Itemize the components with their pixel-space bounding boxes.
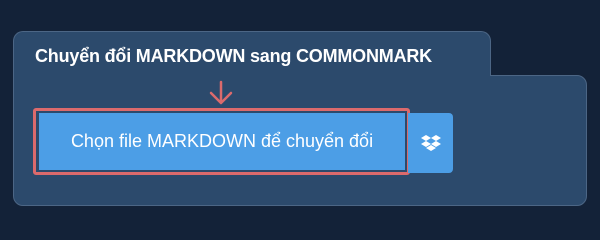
page-title: Chuyển đổi MARKDOWN sang COMMONMARK [35,46,432,66]
arrow-down-icon [209,80,233,105]
dropbox-button[interactable] [408,113,453,173]
dropbox-icon [420,135,441,151]
choose-file-button[interactable]: Chọn file MARKDOWN để chuyển đổi [39,113,405,170]
choose-file-label: Chọn file MARKDOWN để chuyển đổi [70,131,374,151]
tab-panel-joint [14,72,490,80]
